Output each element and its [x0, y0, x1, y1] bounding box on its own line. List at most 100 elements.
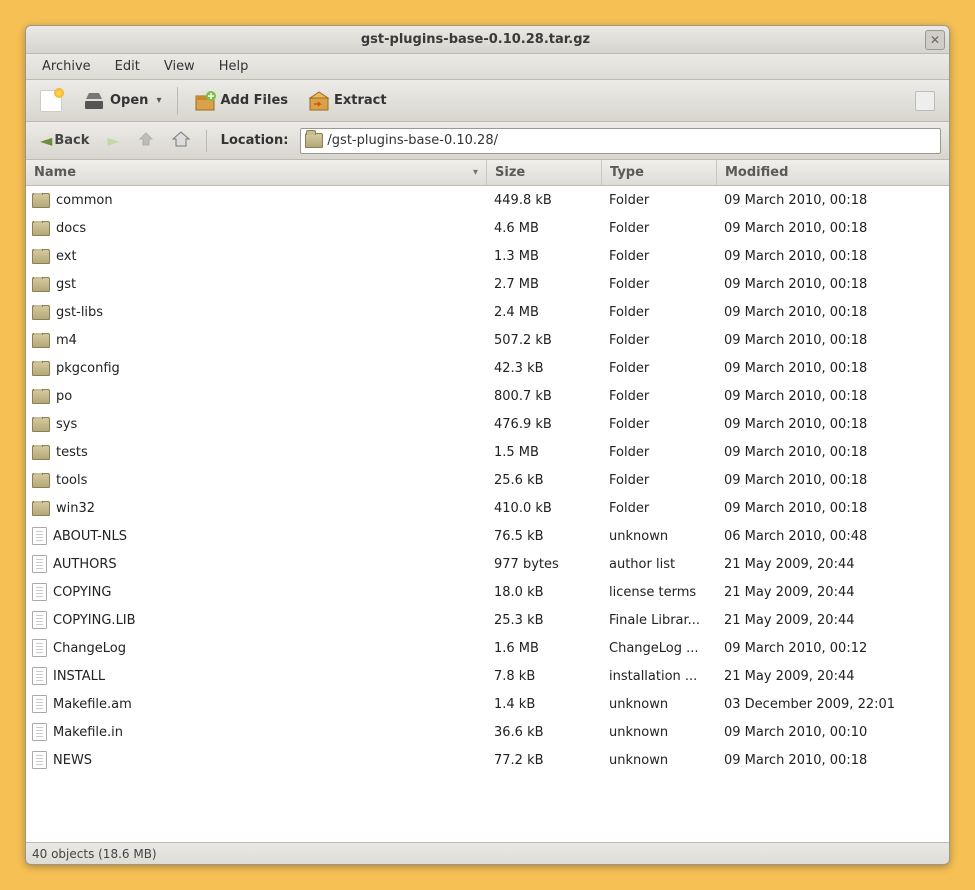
menu-view[interactable]: View — [152, 54, 207, 79]
folder-icon — [32, 417, 50, 432]
extract-icon — [308, 90, 330, 112]
cell-name: ext — [26, 249, 486, 264]
cell-modified: 21 May 2009, 20:44 — [716, 613, 949, 628]
list-item[interactable]: NEWS77.2 kBunknown09 March 2010, 00:18 — [26, 746, 949, 774]
menu-edit[interactable]: Edit — [103, 54, 152, 79]
cell-type: license terms — [601, 585, 716, 600]
open-button[interactable]: Open ▾ — [74, 87, 169, 115]
cell-modified: 09 March 2010, 00:18 — [716, 221, 949, 236]
cell-name: pkgconfig — [26, 361, 486, 376]
column-header-modified[interactable]: Modified — [716, 160, 949, 185]
cell-type: unknown — [601, 753, 716, 768]
list-item[interactable]: INSTALL7.8 kBinstallation ...21 May 2009… — [26, 662, 949, 690]
cell-type: unknown — [601, 725, 716, 740]
cell-modified: 09 March 2010, 00:18 — [716, 389, 949, 404]
list-item[interactable]: ext1.3 MBFolder09 March 2010, 00:18 — [26, 242, 949, 270]
location-input[interactable]: /gst-plugins-base-0.10.28/ — [300, 128, 941, 154]
home-icon — [172, 131, 190, 151]
content-area: Name ▾ Size Type Modified common449.8 kB… — [26, 160, 949, 842]
file-icon — [32, 639, 47, 657]
file-name-label: NEWS — [53, 753, 92, 768]
titlebar[interactable]: gst-plugins-base-0.10.28.tar.gz ✕ — [26, 26, 949, 54]
list-item[interactable]: gst2.7 MBFolder09 March 2010, 00:18 — [26, 270, 949, 298]
list-item[interactable]: win32410.0 kBFolder09 March 2010, 00:18 — [26, 494, 949, 522]
list-item[interactable]: Makefile.in36.6 kBunknown09 March 2010, … — [26, 718, 949, 746]
folder-icon — [32, 501, 50, 516]
cell-modified: 09 March 2010, 00:12 — [716, 641, 949, 656]
list-item[interactable]: gst-libs2.4 MBFolder09 March 2010, 00:18 — [26, 298, 949, 326]
file-icon — [32, 527, 47, 545]
file-icon — [32, 583, 47, 601]
cell-type: Folder — [601, 333, 716, 348]
list-item[interactable]: COPYING.LIB25.3 kBFinale Librar...21 May… — [26, 606, 949, 634]
open-dropdown-icon: ▾ — [156, 95, 161, 106]
add-files-icon — [194, 90, 216, 112]
list-item[interactable]: tests1.5 MBFolder09 March 2010, 00:18 — [26, 438, 949, 466]
open-label: Open — [110, 93, 148, 108]
home-button[interactable] — [166, 128, 196, 154]
cell-size: 2.4 MB — [486, 305, 601, 320]
list-item[interactable]: sys476.9 kBFolder09 March 2010, 00:18 — [26, 410, 949, 438]
back-icon: ◄ — [40, 131, 52, 150]
open-icon — [82, 91, 106, 111]
folder-icon — [305, 133, 323, 148]
list-item[interactable]: docs4.6 MBFolder09 March 2010, 00:18 — [26, 214, 949, 242]
cell-name: gst-libs — [26, 305, 486, 320]
list-item[interactable]: tools25.6 kBFolder09 March 2010, 00:18 — [26, 466, 949, 494]
cell-size: 1.5 MB — [486, 445, 601, 460]
cell-size: 4.6 MB — [486, 221, 601, 236]
list-item[interactable]: ChangeLog1.6 MBChangeLog ...09 March 201… — [26, 634, 949, 662]
file-list[interactable]: common449.8 kBFolder09 March 2010, 00:18… — [26, 186, 949, 842]
forward-icon: ► — [107, 131, 119, 150]
file-icon — [32, 667, 47, 685]
column-header-name[interactable]: Name ▾ — [26, 165, 486, 180]
file-name-label: ext — [56, 249, 77, 264]
menubar: Archive Edit View Help — [26, 54, 949, 80]
list-item[interactable]: common449.8 kBFolder09 March 2010, 00:18 — [26, 186, 949, 214]
cell-name: NEWS — [26, 751, 486, 769]
cell-size: 449.8 kB — [486, 193, 601, 208]
new-archive-icon — [40, 90, 62, 112]
cell-name: ABOUT-NLS — [26, 527, 486, 545]
column-header-type[interactable]: Type — [601, 160, 716, 185]
list-item[interactable]: AUTHORS977 bytesauthor list21 May 2009, … — [26, 550, 949, 578]
list-item[interactable]: pkgconfig42.3 kBFolder09 March 2010, 00:… — [26, 354, 949, 382]
file-name-label: INSTALL — [53, 669, 105, 684]
column-header-size[interactable]: Size — [486, 160, 601, 185]
file-name-label: COPYING.LIB — [53, 613, 136, 628]
file-icon — [32, 695, 47, 713]
close-button[interactable]: ✕ — [925, 30, 945, 50]
cell-size: 1.3 MB — [486, 249, 601, 264]
list-item[interactable]: po800.7 kBFolder09 March 2010, 00:18 — [26, 382, 949, 410]
forward-button[interactable]: ► — [101, 128, 125, 153]
file-name-label: m4 — [56, 333, 77, 348]
new-archive-button[interactable] — [32, 86, 70, 116]
cell-type: Folder — [601, 445, 716, 460]
up-button[interactable] — [132, 128, 160, 154]
menu-help[interactable]: Help — [207, 54, 261, 79]
close-icon: ✕ — [930, 33, 940, 47]
navbar-separator — [206, 130, 207, 152]
location-label: Location: — [221, 133, 289, 148]
back-button[interactable]: ◄ Back — [34, 128, 95, 153]
location-value: /gst-plugins-base-0.10.28/ — [327, 133, 498, 148]
cell-name: AUTHORS — [26, 555, 486, 573]
properties-button[interactable] — [907, 87, 943, 115]
menu-archive[interactable]: Archive — [30, 54, 103, 79]
extract-button[interactable]: Extract — [300, 86, 395, 116]
file-icon — [32, 555, 47, 573]
cell-type: unknown — [601, 529, 716, 544]
list-item[interactable]: ABOUT-NLS76.5 kBunknown06 March 2010, 00… — [26, 522, 949, 550]
add-files-button[interactable]: Add Files — [186, 86, 296, 116]
list-item[interactable]: m4507.2 kBFolder09 March 2010, 00:18 — [26, 326, 949, 354]
cell-modified: 09 March 2010, 00:18 — [716, 277, 949, 292]
cell-size: 7.8 kB — [486, 669, 601, 684]
cell-size: 18.0 kB — [486, 585, 601, 600]
cell-modified: 21 May 2009, 20:44 — [716, 585, 949, 600]
file-name-label: gst — [56, 277, 76, 292]
cell-modified: 09 March 2010, 00:18 — [716, 473, 949, 488]
list-item[interactable]: Makefile.am1.4 kBunknown03 December 2009… — [26, 690, 949, 718]
list-item[interactable]: COPYING18.0 kBlicense terms21 May 2009, … — [26, 578, 949, 606]
cell-type: author list — [601, 557, 716, 572]
cell-modified: 21 May 2009, 20:44 — [716, 669, 949, 684]
